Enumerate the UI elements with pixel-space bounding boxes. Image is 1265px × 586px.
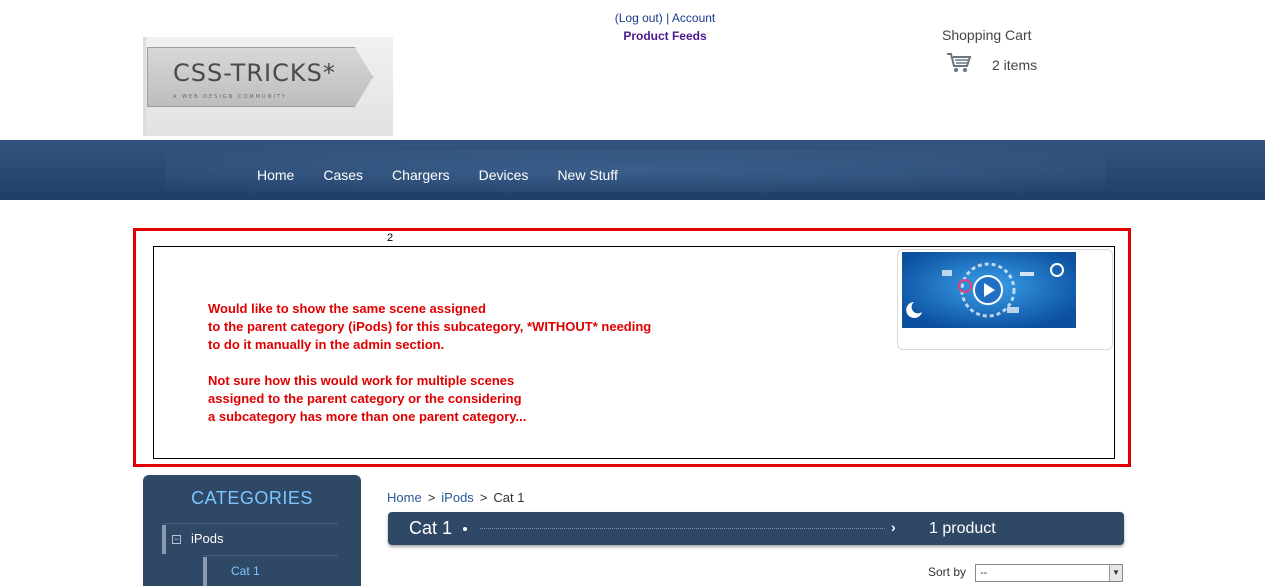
nav-cases[interactable]: Cases: [323, 167, 363, 183]
annotation-number: 2: [387, 232, 394, 244]
categories-sidebar: CATEGORIES − iPods Cat 1: [143, 475, 361, 586]
shopping-cart[interactable]: Shopping Cart 2 items: [942, 27, 1082, 77]
sidebar-item-label[interactable]: iPods: [191, 531, 224, 546]
breadcrumb: Home > iPods > Cat 1: [387, 490, 524, 505]
annotation-note: Would like to show the same scene assign…: [208, 300, 651, 426]
page: CSS-TRICKS* A WEB DESIGN COMMUNITY (Log …: [0, 0, 1265, 586]
breadcrumb-ipods[interactable]: iPods: [441, 490, 474, 505]
sidebar-divider: [163, 523, 338, 524]
site-logo[interactable]: CSS-TRICKS* A WEB DESIGN COMMUNITY: [143, 37, 393, 136]
breadcrumb-current: Cat 1: [493, 490, 525, 505]
logout-link[interactable]: (Log out): [615, 11, 663, 25]
logo-tagline: A WEB DESIGN COMMUNITY: [173, 94, 288, 100]
nav-chargers[interactable]: Chargers: [392, 167, 450, 183]
logo-brand: CSS-TRICKS*: [173, 59, 336, 87]
nav-devices[interactable]: Devices: [479, 167, 529, 183]
sort-selected-value: --: [980, 567, 988, 579]
category-title-bar: Cat 1 › 1 product: [388, 512, 1124, 545]
bullet-icon: [463, 527, 467, 531]
note-line: a subcategory has more than one parent c…: [208, 409, 527, 424]
note-line: to do it manually in the admin section.: [208, 337, 445, 352]
main-nav: Home Cases Chargers Devices New Stuff: [257, 167, 647, 183]
dotted-divider: [480, 528, 885, 529]
breadcrumb-home[interactable]: Home: [387, 490, 422, 505]
sort-select[interactable]: -- ▼: [975, 564, 1123, 582]
sort-label: Sort by: [928, 565, 967, 579]
sidebar-subitem-label[interactable]: Cat 1: [231, 564, 260, 578]
account-links: (Log out) | Account Product Feeds: [560, 11, 770, 43]
cart-title: Shopping Cart: [942, 27, 1032, 43]
breadcrumb-separator: >: [479, 490, 488, 505]
category-title: Cat 1: [409, 518, 453, 538]
account-link[interactable]: Account: [672, 11, 715, 25]
note-line: Would like to show the same scene assign…: [208, 301, 486, 316]
note-line: assigned to the parent category or the c…: [208, 391, 522, 406]
sidebar-divider: [203, 555, 338, 556]
sidebar-subitem-cat-1[interactable]: Cat 1: [203, 557, 338, 586]
scene-thumbnail-card[interactable]: [897, 249, 1113, 350]
note-line: Not sure how this would work for multipl…: [208, 373, 515, 388]
scene-image[interactable]: [902, 252, 1076, 328]
logo-strip: [143, 37, 146, 136]
dropdown-arrow-icon[interactable]: ▼: [1109, 565, 1122, 581]
note-line: to the parent category (iPods) for this …: [208, 319, 652, 334]
categories-heading: CATEGORIES: [191, 488, 313, 508]
cart-icon[interactable]: [946, 52, 972, 77]
sidebar-item-ipods[interactable]: − iPods: [162, 525, 338, 554]
link-separator: |: [666, 11, 670, 25]
breadcrumb-separator: >: [427, 490, 436, 505]
product-count: 1 product: [929, 520, 996, 537]
cart-item-count[interactable]: 2 items: [992, 57, 1037, 73]
nav-home[interactable]: Home: [257, 167, 294, 183]
collapse-icon[interactable]: −: [172, 535, 181, 544]
product-feeds-link[interactable]: Product Feeds: [560, 29, 770, 43]
nav-new-stuff[interactable]: New Stuff: [557, 167, 617, 183]
chevron-right-icon: ›: [891, 519, 896, 535]
